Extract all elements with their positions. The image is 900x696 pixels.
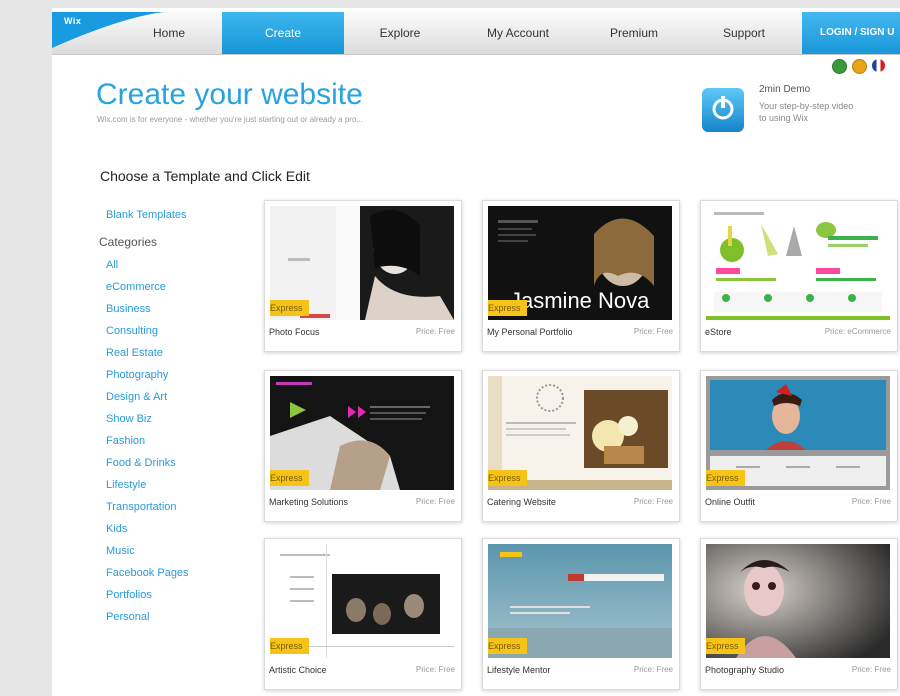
- template-price: Price: Free: [415, 327, 455, 336]
- category-food-drinks[interactable]: Food & Drinks: [106, 457, 176, 469]
- express-badge: Express: [270, 300, 309, 316]
- template-price: Price: eCommerce: [824, 327, 891, 336]
- category-all[interactable]: All: [106, 259, 118, 271]
- template-card-lifestyle-mentor[interactable]: Express Lifestyle Mentor Price: Free: [482, 538, 680, 690]
- logo-text: Wix: [64, 16, 82, 26]
- template-name: Online Outfit: [705, 497, 756, 507]
- flag-icon[interactable]: [832, 59, 847, 74]
- template-price: Price: Free: [415, 497, 455, 506]
- template-thumbnail[interactable]: Express: [488, 544, 672, 658]
- template-card-artistic-choice[interactable]: Express Artistic Choice Price: Free: [264, 538, 462, 690]
- template-card-catering-website[interactable]: Express Catering Website Price: Free: [482, 370, 680, 522]
- template-thumbnail[interactable]: Express: [706, 544, 890, 658]
- template-price: Price: Free: [851, 665, 891, 674]
- page-title: Create your website: [96, 78, 363, 111]
- flag-icon[interactable]: [872, 59, 885, 72]
- template-thumbnail[interactable]: Jasmine Nova Express: [488, 206, 672, 320]
- template-name: eStore: [705, 327, 732, 337]
- category-fashion[interactable]: Fashion: [106, 435, 145, 447]
- express-badge: Express: [270, 638, 309, 654]
- category-facebook-pages[interactable]: Facebook Pages: [106, 567, 189, 579]
- category-transportation[interactable]: Transportation: [106, 501, 177, 513]
- express-badge: Express: [488, 638, 527, 654]
- template-price: Price: Free: [633, 327, 673, 336]
- flag-icon[interactable]: [852, 59, 867, 74]
- login-signup-button[interactable]: LOGIN / SIGN U: [802, 12, 900, 54]
- category-photography[interactable]: Photography: [106, 369, 168, 381]
- top-navigation: Wix Home Create Explore My Account Premi…: [52, 12, 900, 55]
- categories-heading: Categories: [99, 235, 158, 249]
- template-name: Artistic Choice: [269, 665, 327, 675]
- template-name: My Personal Portfolio: [487, 327, 573, 337]
- template-price: Price: Free: [415, 665, 455, 674]
- nav-my-account[interactable]: My Account: [464, 12, 572, 54]
- template-overlay-text: Jasmine Nova: [510, 288, 650, 313]
- category-consulting[interactable]: Consulting: [106, 325, 158, 337]
- section-heading: Choose a Template and Click Edit: [100, 168, 310, 184]
- category-kids[interactable]: Kids: [106, 523, 127, 535]
- page-subtitle: Wix.com is for everyone - whether you're…: [97, 115, 364, 124]
- template-price: Price: Free: [851, 497, 891, 506]
- template-price: Price: Free: [633, 497, 673, 506]
- template-price: Price: Free: [633, 665, 673, 674]
- nav-home[interactable]: Home: [126, 12, 212, 54]
- template-thumbnail[interactable]: Express: [270, 544, 454, 658]
- template-name: Marketing Solutions: [269, 497, 349, 507]
- category-lifestyle[interactable]: Lifestyle: [106, 479, 146, 491]
- template-card-personal-portfolio[interactable]: Jasmine Nova Express My Personal Portfol…: [482, 200, 680, 352]
- category-music[interactable]: Music: [106, 545, 135, 557]
- category-show-biz[interactable]: Show Biz: [106, 413, 152, 425]
- template-thumbnail[interactable]: Express: [488, 376, 672, 490]
- express-badge: Express: [270, 470, 309, 486]
- template-card-estore[interactable]: eStore Price: eCommerce: [700, 200, 898, 352]
- demo-title[interactable]: 2min Demo: [759, 84, 810, 95]
- category-business[interactable]: Business: [106, 303, 151, 315]
- template-name: Photography Studio: [705, 665, 785, 675]
- template-card-photography-studio[interactable]: Express Photography Studio Price: Free: [700, 538, 898, 690]
- nav-explore[interactable]: Explore: [352, 12, 448, 54]
- template-name: Lifestyle Mentor: [487, 665, 551, 675]
- category-ecommerce[interactable]: eCommerce: [106, 281, 166, 293]
- nav-support[interactable]: Support: [698, 12, 790, 54]
- blank-templates-link[interactable]: Blank Templates: [106, 209, 187, 221]
- demo-description: Your step-by-step video to using Wix: [759, 101, 854, 123]
- nav-premium[interactable]: Premium: [588, 12, 680, 54]
- category-portfolios[interactable]: Portfolios: [106, 589, 152, 601]
- express-badge: Express: [706, 638, 745, 654]
- template-card-photo-focus[interactable]: Express Photo Focus Price: Free: [264, 200, 462, 352]
- category-personal[interactable]: Personal: [106, 611, 149, 623]
- page: Wix Home Create Explore My Account Premi…: [52, 8, 900, 696]
- category-real-estate[interactable]: Real Estate: [106, 347, 163, 359]
- template-card-marketing-solutions[interactable]: Express Marketing Solutions Price: Free: [264, 370, 462, 522]
- play-demo-icon[interactable]: [702, 88, 744, 132]
- express-badge: Express: [488, 470, 527, 486]
- template-card-online-outfit[interactable]: Express Online Outfit Price: Free: [700, 370, 898, 522]
- template-thumbnail[interactable]: Express: [706, 376, 890, 490]
- nav-create[interactable]: Create: [222, 12, 344, 54]
- template-thumbnail[interactable]: Express: [270, 376, 454, 490]
- express-badge: Express: [706, 470, 745, 486]
- template-name: Photo Focus: [269, 327, 320, 337]
- category-design-art[interactable]: Design & Art: [106, 391, 167, 403]
- express-badge: Express: [488, 300, 527, 316]
- template-thumbnail[interactable]: Express: [270, 206, 454, 320]
- template-name: Catering Website: [487, 497, 556, 507]
- template-thumbnail[interactable]: [706, 206, 890, 320]
